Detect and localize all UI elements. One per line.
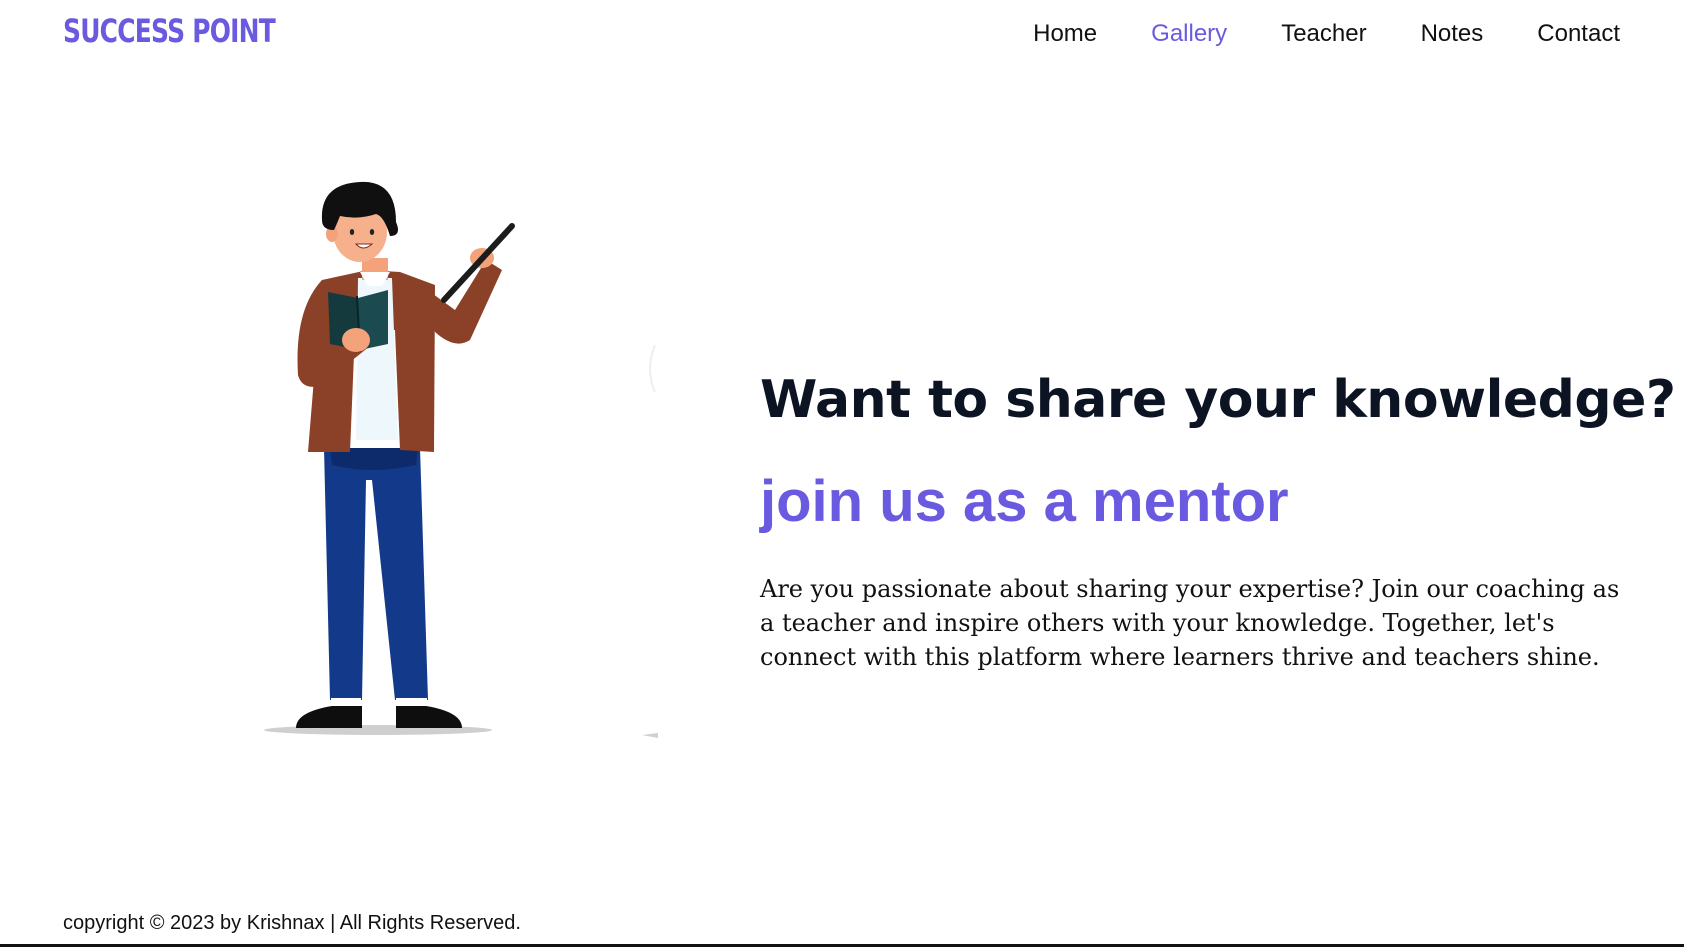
copyright-text: copyright © 2023 by Krishnax | All Right…	[63, 912, 521, 934]
nav-link-notes[interactable]: Notes	[1421, 20, 1484, 48]
hero-headline: Want to share your knowledge?	[760, 369, 1676, 430]
nav-menu: Home Gallery Teacher Notes Contact	[1033, 20, 1620, 48]
site-logo[interactable]: SUCCESS POINT	[63, 12, 276, 50]
nav-link-teacher[interactable]: Teacher	[1281, 20, 1366, 48]
hero-subheadline: join us as a mentor	[760, 469, 1289, 535]
nav-link-gallery[interactable]: Gallery	[1151, 20, 1227, 48]
teacher-illustration	[250, 180, 670, 750]
nav-link-contact[interactable]: Contact	[1537, 20, 1620, 48]
footer: copyright © 2023 by Krishnax | All Right…	[0, 900, 1684, 947]
nav-link-home[interactable]: Home	[1033, 20, 1097, 48]
hero-description: Are you passionate about sharing your ex…	[760, 575, 1620, 671]
navbar: SUCCESS POINT Home Gallery Teacher Notes…	[0, 0, 1684, 72]
